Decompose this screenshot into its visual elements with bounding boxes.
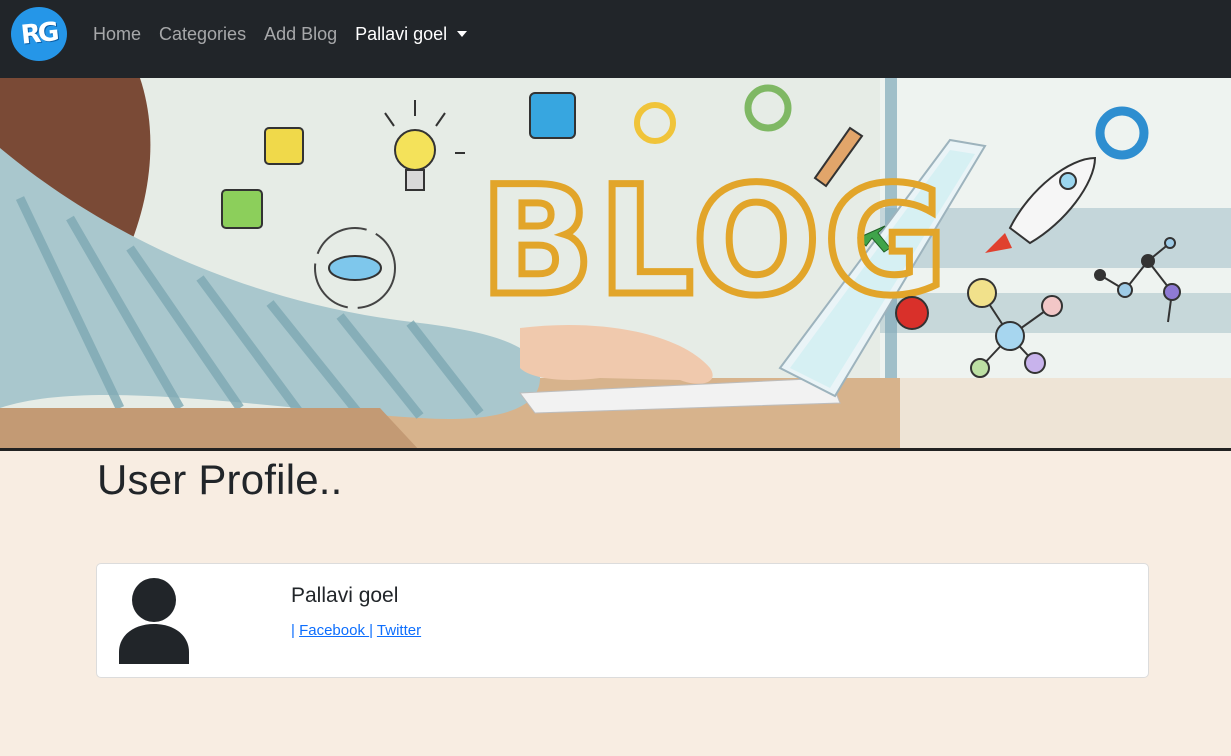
brand-logo[interactable]: RG <box>11 7 67 61</box>
page-title: User Profile.. <box>97 456 343 503</box>
blog-banner-image: BLOG <box>0 78 1231 451</box>
link-separator: | <box>291 622 300 639</box>
nav-home-link[interactable]: Home <box>93 24 141 45</box>
banner-illustration: BLOG <box>0 78 1231 448</box>
nav-add-blog-link[interactable]: Add Blog <box>264 24 337 45</box>
nav-menu: Home Categories Add Blog Pallavi goel <box>93 0 485 68</box>
social-links: | Facebook | Twitter <box>291 622 421 639</box>
caret-down-icon <box>457 31 468 37</box>
brand-logo-text: RG <box>19 17 59 51</box>
twitter-link[interactable]: Twitter <box>377 622 421 639</box>
facebook-link[interactable]: Facebook <box>299 622 369 639</box>
link-separator: | <box>369 622 377 639</box>
profile-user-name: Pallavi goel <box>291 584 399 607</box>
user-menu-dropdown[interactable]: Pallavi goel <box>355 23 468 45</box>
user-avatar-icon <box>119 578 189 664</box>
nav-categories-link[interactable]: Categories <box>159 24 246 45</box>
banner-blog-word: BLOG <box>480 155 951 329</box>
user-menu-label: Pallavi goel <box>355 23 448 44</box>
user-profile-card: Pallavi goel | Facebook | Twitter <box>96 563 1149 678</box>
top-navbar: RG Home Categories Add Blog Pallavi goel <box>0 0 1231 78</box>
